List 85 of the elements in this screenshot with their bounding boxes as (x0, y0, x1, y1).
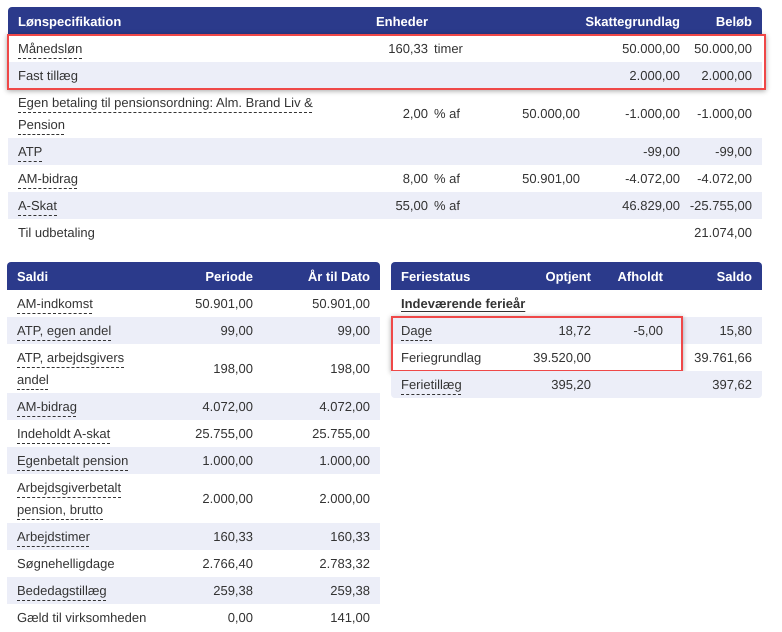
row-label: AM-indkomst (17, 294, 94, 312)
table-cell: % af (434, 198, 460, 212)
column-header: Afholdt (616, 268, 663, 284)
table-cell: 160,33 (330, 528, 370, 544)
table-cell: 141,00 (330, 610, 370, 624)
table-cell: 395,20 (551, 376, 591, 392)
table-cell: 259,38 (330, 582, 370, 598)
table-cell: 18,72 (558, 322, 591, 338)
table-cell: -99,00 (715, 144, 752, 158)
row-label: Dage (401, 322, 432, 340)
row-label: A-Skat (18, 196, 58, 214)
table-cell: 0,00 (228, 610, 253, 624)
table-cell: 2.783,32 (319, 556, 370, 570)
row-label: Arbejdstimer (17, 528, 91, 546)
row-label: Søgnehelligdage (17, 554, 116, 573)
column-header: Beløb (714, 14, 752, 28)
row-label: Egenbetalt pension (17, 452, 130, 470)
table-cell: -4.072,00 (697, 170, 752, 186)
table-cell: 99,00 (220, 322, 253, 338)
table-cell: 55,00 (395, 198, 428, 212)
row-label: Fast tillæg (18, 66, 78, 85)
column-header: Saldi (17, 268, 50, 284)
row-label: Indeholdt A-skat (17, 424, 112, 442)
row-label: Bededagstillæg (17, 582, 108, 600)
column-header: Periode (204, 268, 253, 284)
table-cell: 4.072,00 (202, 398, 253, 414)
table-cell: 39.761,66 (694, 350, 752, 364)
table-cell: 25.755,00 (312, 426, 370, 440)
row-label: Gæld til virksomheden (17, 608, 148, 626)
row-label: Ferietillæg (401, 376, 462, 394)
table-cell: 1.000,00 (202, 452, 253, 468)
table-cell: % af (434, 106, 460, 120)
table-cell: 397,62 (712, 376, 752, 392)
table-cell: 39.520,00 (533, 350, 591, 364)
table-cell: 8,00 (402, 170, 428, 186)
column-header: Enheder (374, 14, 428, 28)
table-cell: 2.000,00 (319, 490, 370, 506)
column-header: År til Dato (306, 268, 370, 284)
table-cell: 15,80 (719, 322, 752, 338)
table-cell: timer (434, 40, 463, 56)
table-cell: 198,00 (330, 360, 370, 376)
column-header: Feriestatus (401, 268, 472, 284)
table-cell: 2.766,40 (202, 556, 253, 570)
table-cell: -1.000,00 (625, 106, 680, 120)
table-cell: 198,00 (213, 360, 253, 376)
row-label: Månedsløn (18, 40, 82, 58)
table-cell: 50.901,00 (195, 296, 253, 310)
row-label: ATP (18, 142, 42, 160)
table-cell: 160,33 (213, 528, 253, 544)
column-header: Saldo (716, 268, 752, 284)
row-label: AM-bidrag (17, 398, 78, 416)
table-cell: % af (434, 170, 460, 186)
table-cell: 50.901,00 (522, 170, 580, 186)
row-label: Egen betaling til pensionsordning: Alm. Brand Liv & Pension (18, 94, 314, 134)
table-cell: 2.000,00 (629, 68, 680, 82)
section-heading: Indeværende ferieår (401, 296, 526, 310)
table-cell: 4.072,00 (319, 398, 370, 414)
table-cell: 25.755,00 (195, 426, 253, 440)
table-cell: -25.755,00 (690, 198, 752, 212)
table-cell: 46.829,00 (622, 198, 680, 212)
row-label: Feriegrundlag (401, 348, 482, 367)
column-header: Optjent (544, 268, 591, 284)
row-label: AM-bidrag (18, 170, 78, 188)
table-cell: 21.074,00 (694, 224, 752, 240)
table-cell: 259,38 (213, 582, 253, 598)
table-cell: 2.000,00 (701, 68, 752, 82)
table-cell: 1.000,00 (319, 452, 370, 468)
column-header: Skattegrundlag (584, 14, 680, 28)
row-label: ATP, egen andel (17, 322, 112, 340)
row-label: Til udbetaling (18, 224, 95, 242)
column-header: Lønspecifikation (18, 14, 122, 28)
table-cell: 99,00 (337, 322, 370, 338)
table-cell: 2.000,00 (202, 490, 253, 506)
row-label: ATP, arbejdsgivers andel (17, 348, 126, 388)
table-cell: -1.000,00 (697, 106, 752, 120)
table-cell: -4.072,00 (625, 170, 680, 186)
table-cell: 50.901,00 (312, 296, 370, 310)
table-cell: -99,00 (643, 144, 680, 158)
row-label: Arbejdsgiverbetalt pension, brutto (17, 478, 122, 519)
table-cell: 50.000,00 (622, 40, 680, 56)
table-cell: 2,00 (402, 106, 428, 120)
table-cell: 160,33 (388, 40, 428, 56)
table-cell: 50.000,00 (522, 106, 580, 120)
table-cell: 50.000,00 (694, 40, 752, 56)
table-cell: -5,00 (633, 322, 663, 338)
